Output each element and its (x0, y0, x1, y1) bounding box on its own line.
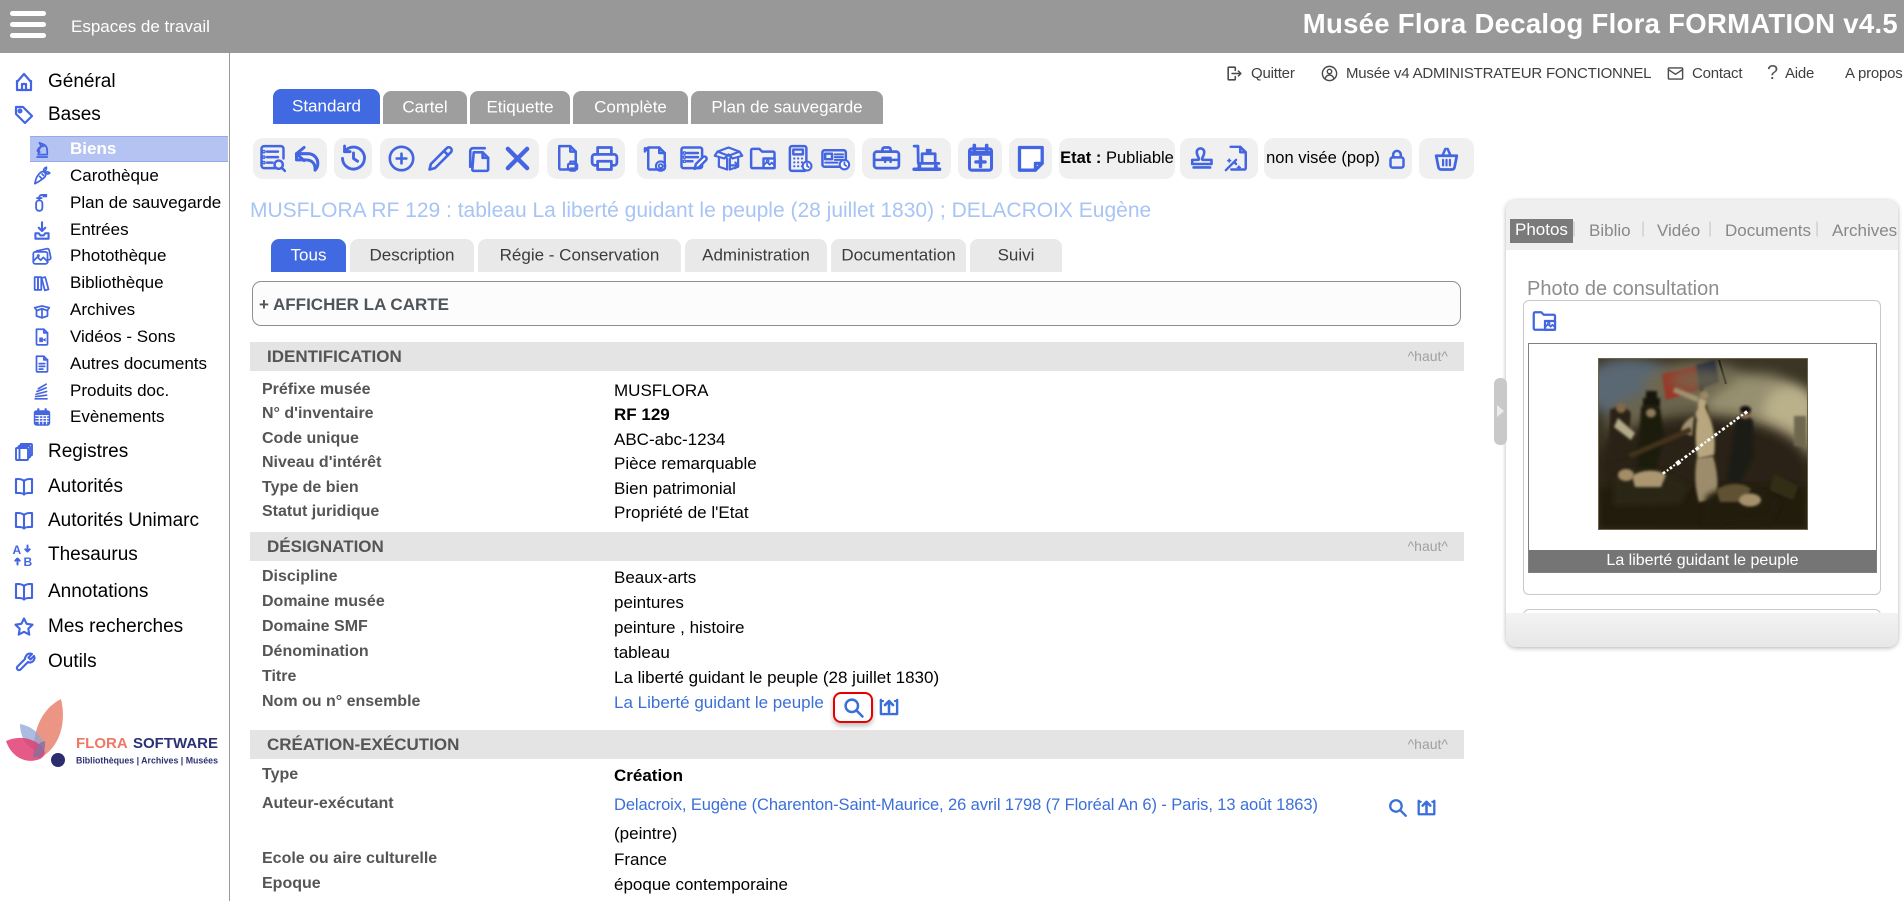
svg-text:SOFTWARE: SOFTWARE (133, 735, 218, 752)
svg-text:FLORA: FLORA (76, 735, 128, 752)
svg-text:B: B (23, 555, 32, 567)
svg-text:A: A (12, 543, 21, 557)
svg-text:Bibliothèques | Archives | Mus: Bibliothèques | Archives | Musées (76, 756, 218, 766)
